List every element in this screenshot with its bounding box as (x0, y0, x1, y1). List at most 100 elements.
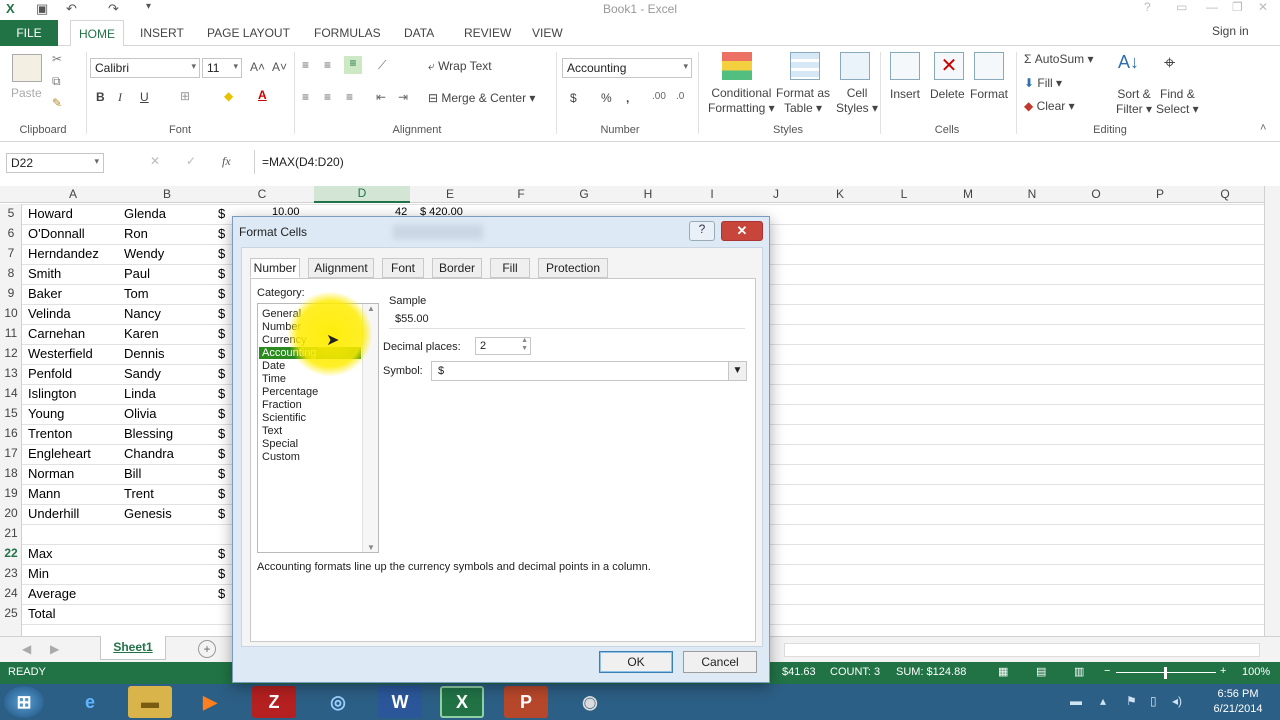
spin-down-icon[interactable]: ▼ (521, 345, 528, 352)
tab-protection[interactable]: Protection (538, 258, 608, 278)
column-header[interactable]: M (936, 187, 1000, 201)
cell-a[interactable]: Westerfield (28, 346, 93, 361)
tray-flag-icon[interactable]: ▬ (1070, 694, 1082, 708)
cell-b[interactable]: Trent (124, 486, 154, 501)
formula-input[interactable] (254, 150, 1274, 174)
scroll-up-icon[interactable]: ▲ (367, 304, 375, 313)
cell-b[interactable]: Blessing (124, 426, 173, 441)
row-header[interactable]: 18 (0, 466, 22, 480)
tab-number[interactable]: Number (250, 258, 300, 278)
cell-c[interactable]: $ (218, 386, 225, 401)
page-layout-view-icon[interactable]: ▤ (1036, 665, 1046, 678)
column-header-selected[interactable]: D (314, 186, 410, 203)
decrease-indent-icon[interactable]: ⇤ (376, 90, 386, 104)
cell-a[interactable]: Norman (28, 466, 74, 481)
tab-alignment[interactable]: Alignment (308, 258, 374, 278)
cell-c[interactable]: $ (218, 486, 225, 501)
paste-button[interactable]: Paste (11, 86, 42, 100)
next-sheet-icon[interactable]: ▶ (50, 642, 59, 656)
font-color-icon[interactable]: A (258, 88, 267, 102)
row-header[interactable]: 13 (0, 366, 22, 380)
zoom-in-icon[interactable]: + (1220, 665, 1226, 677)
zoom-level[interactable]: 100% (1242, 666, 1270, 678)
zoom-slider-thumb[interactable] (1164, 667, 1167, 679)
tab-font[interactable]: Font (382, 258, 424, 278)
row-header[interactable]: 19 (0, 486, 22, 500)
fill-button[interactable]: ⬇ Fill ▾ (1024, 76, 1062, 90)
cell-b[interactable]: Glenda (124, 206, 166, 221)
tab-border[interactable]: Border (432, 258, 482, 278)
cell-c[interactable]: $ (218, 466, 225, 481)
spin-up-icon[interactable]: ▲ (521, 337, 528, 344)
cell-a[interactable]: Howard (28, 206, 73, 221)
cell-a[interactable]: Velinda (28, 306, 71, 321)
tab-home[interactable]: HOME (70, 20, 124, 47)
increase-font-icon[interactable]: A˄ (250, 60, 265, 74)
row-header[interactable]: 7 (0, 246, 22, 260)
row-header[interactable]: 16 (0, 426, 22, 440)
browser-icon[interactable]: ◎ (316, 686, 360, 718)
sign-in-link[interactable]: Sign in (1212, 24, 1249, 38)
cancel-button[interactable]: Cancel (683, 651, 757, 673)
column-header[interactable]: H (616, 187, 680, 201)
ok-button[interactable]: OK (599, 651, 673, 673)
cell-b[interactable]: Wendy (124, 246, 164, 261)
bottom-align-icon[interactable]: ≡ (344, 56, 362, 74)
close-window-icon[interactable]: ✕ (1258, 0, 1268, 14)
cell-b[interactable]: Linda (124, 386, 156, 401)
cell-b[interactable]: Bill (124, 466, 141, 481)
align-right-icon[interactable]: ≡ (346, 90, 353, 104)
category-item-date[interactable]: Date (262, 360, 285, 372)
column-header[interactable]: F (490, 187, 552, 201)
cell-c[interactable]: $ (218, 346, 225, 361)
font-size-dropdown[interactable]: 11 ▾ (202, 58, 242, 78)
cell-a[interactable]: Carnehan (28, 326, 85, 341)
cell-c[interactable]: $ (218, 366, 225, 381)
middle-align-icon[interactable]: ≡ (324, 58, 331, 72)
row-header[interactable]: 10 (0, 306, 22, 320)
column-header[interactable]: G (552, 187, 616, 201)
insert-cells-icon[interactable] (890, 52, 920, 80)
start-button-icon[interactable]: ⊞ (4, 686, 44, 718)
sort-filter-button[interactable]: Sort & Filter ▾ (1116, 87, 1152, 117)
cell-c[interactable]: $ (218, 286, 225, 301)
percent-button[interactable]: % (601, 91, 612, 105)
row-header[interactable]: 23 (0, 566, 22, 580)
insert-function-button[interactable]: fx (222, 154, 231, 169)
cell-c[interactable]: $ (218, 566, 225, 581)
row-header[interactable]: 9 (0, 286, 22, 300)
cell-c[interactable]: $ (218, 246, 225, 261)
sort-filter-icon[interactable]: A↓ (1118, 52, 1139, 73)
cell-b[interactable]: Chandra (124, 446, 174, 461)
row-header[interactable]: 12 (0, 346, 22, 360)
column-header[interactable]: K (808, 187, 872, 201)
cell-a[interactable]: Smith (28, 266, 61, 281)
delete-cells-icon[interactable]: ✕ (934, 52, 964, 80)
tray-volume-icon[interactable]: ◂) (1172, 694, 1182, 708)
column-header[interactable]: I (680, 187, 744, 201)
tab-data[interactable]: DATA (404, 20, 434, 46)
column-header[interactable]: L (872, 187, 936, 201)
currency-button[interactable]: $ (570, 91, 577, 105)
cell-b[interactable]: Nancy (124, 306, 161, 321)
tab-insert[interactable]: INSERT (140, 20, 184, 46)
collapse-ribbon-icon[interactable]: ˄ (1260, 122, 1266, 134)
fill-color-icon[interactable]: ◆ (224, 89, 233, 103)
cancel-entry-icon[interactable]: ✕ (150, 154, 160, 168)
cell-c[interactable]: $ (218, 586, 225, 601)
cell-c[interactable]: $ (218, 546, 225, 561)
decrease-font-icon[interactable]: A˅ (272, 60, 287, 74)
cell-a[interactable]: Total (28, 606, 55, 621)
row-header[interactable]: 20 (0, 506, 22, 520)
column-header[interactable]: P (1128, 187, 1192, 201)
tab-file[interactable]: FILE (0, 20, 58, 46)
column-header[interactable]: Q (1192, 187, 1258, 201)
cell-a[interactable]: Underhill (28, 506, 79, 521)
clock-date[interactable]: 6/21/2014 (1196, 703, 1280, 715)
row-header[interactable]: 21 (0, 526, 22, 540)
undo-icon[interactable]: ↶ (66, 1, 77, 17)
internet-explorer-icon[interactable]: e (68, 686, 112, 718)
category-item-fraction[interactable]: Fraction (262, 399, 302, 411)
cell-c[interactable]: $ (218, 226, 225, 241)
orientation-icon[interactable]: ⟋ (378, 58, 386, 73)
